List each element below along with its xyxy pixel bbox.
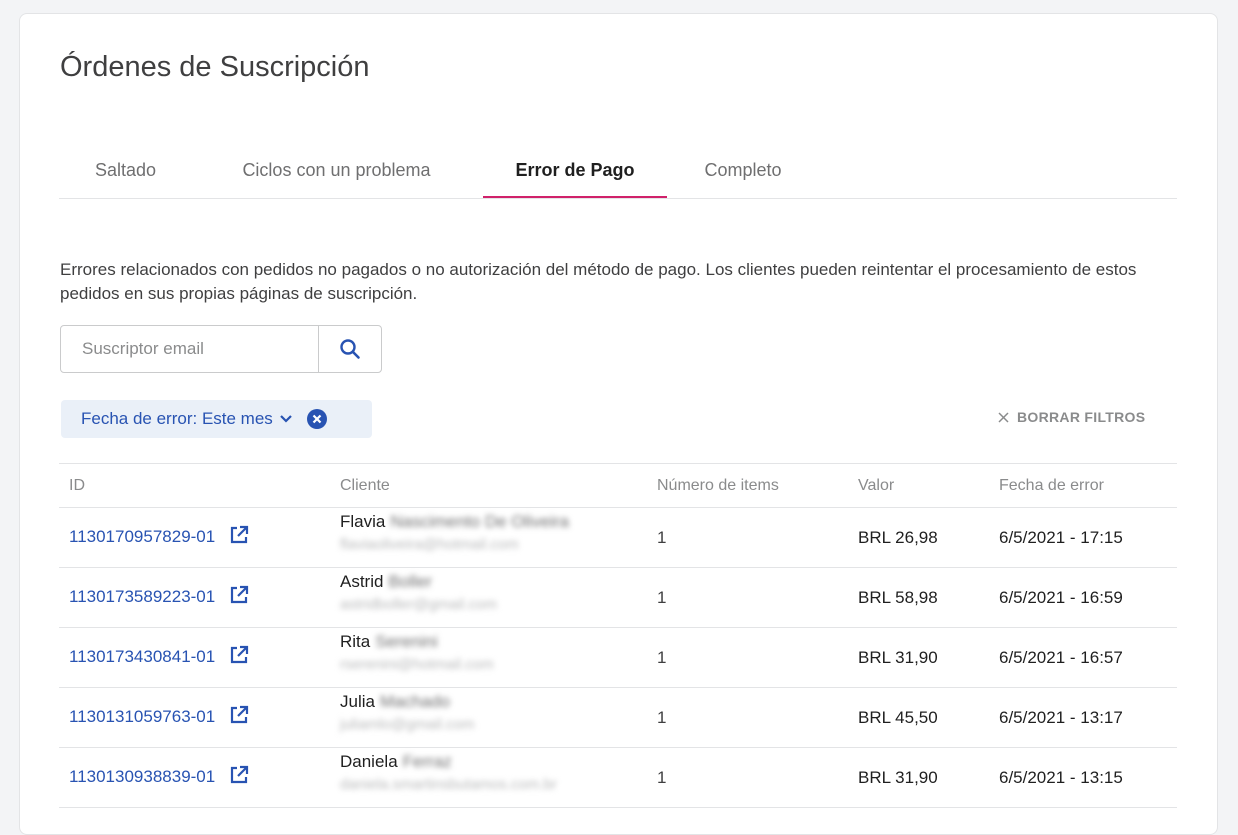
tab-completo[interactable]: Completo (681, 152, 805, 198)
external-link-icon[interactable] (229, 645, 249, 670)
table-row: 1130173430841-01 Rita Serenini rserenini@h… (59, 627, 1177, 688)
client-cell: Julia Machado juliamlo@gmail.com (340, 692, 657, 733)
close-icon (998, 411, 1009, 423)
table-row: 1130170957829-01 Flavia Nascimento De Oli… (59, 507, 1177, 568)
client-email: rserenini@hotmail.com (340, 656, 494, 673)
items-count: 1 (657, 627, 858, 688)
client-last-name: Nascimento De Oliveira (390, 512, 569, 531)
external-link-icon[interactable] (229, 705, 249, 730)
order-value: BRL 45,50 (858, 687, 999, 748)
table-header-row: ID Cliente Número de items Valor Fecha d… (59, 463, 1177, 508)
client-cell: Flavia Nascimento De Oliveira flaviaolivei… (340, 512, 657, 553)
table-row: 1130130938839-01 Daniela Ferraz daniela.sm… (59, 747, 1177, 808)
header-client[interactable]: Cliente (340, 463, 657, 508)
tab-saltado[interactable]: Saltado (59, 152, 192, 198)
client-last-name: Machado (379, 692, 450, 711)
error-date: 6/5/2021 - 13:17 (999, 687, 1177, 748)
header-value[interactable]: Valor (858, 463, 999, 508)
client-email: juliamlo@gmail.com (340, 716, 475, 733)
client-cell: Rita Serenini rserenini@hotmail.com (340, 632, 657, 673)
items-count: 1 (657, 567, 858, 628)
search-button[interactable] (318, 326, 381, 372)
items-count: 1 (657, 687, 858, 748)
items-count: 1 (657, 747, 858, 808)
chevron-down-icon[interactable] (279, 414, 293, 424)
client-email: flaviaoliveira@hotmail.com (340, 536, 519, 553)
date-filter-chip[interactable]: Fecha de error: Este mes (61, 400, 372, 438)
order-id-link[interactable]: 1130131059763-01 (69, 707, 215, 726)
order-id-link[interactable]: 1130130938839-01 (69, 767, 215, 786)
table-row: 1130131059763-01 Julia Machado juliamlo@gm… (59, 687, 1177, 748)
clear-filters-button[interactable]: BORRAR FILTROS (998, 407, 1145, 427)
order-id-link[interactable]: 1130173430841-01 (69, 647, 215, 666)
remove-filter-icon[interactable] (306, 409, 327, 429)
payment-error-table: ID Cliente Número de items Valor Fecha d… (59, 463, 1177, 808)
order-value: BRL 31,90 (858, 627, 999, 688)
order-id-link[interactable]: 1130170957829-01 (69, 527, 215, 546)
error-date: 6/5/2021 - 17:15 (999, 507, 1177, 568)
order-id-link[interactable]: 1130173589223-01 (69, 587, 215, 606)
tab-description: Errores relacionados con pedidos no paga… (60, 260, 1137, 303)
date-filter-label: Fecha de error: Este mes (81, 409, 273, 428)
client-first-name: Daniela (340, 752, 398, 771)
error-date: 6/5/2021 - 13:15 (999, 747, 1177, 808)
error-date: 6/5/2021 - 16:59 (999, 567, 1177, 628)
external-link-icon[interactable] (229, 765, 249, 790)
external-link-icon[interactable] (229, 585, 249, 610)
header-id[interactable]: ID (59, 463, 340, 508)
table-row: 1130173589223-01 Astrid Boller astridbolle… (59, 567, 1177, 628)
subscription-orders-card: Órdenes de Suscripción Saltado Ciclos co… (19, 13, 1218, 835)
order-value: BRL 58,98 (858, 567, 999, 628)
order-value: BRL 26,98 (858, 507, 999, 568)
items-count: 1 (657, 507, 858, 568)
client-cell: Daniela Ferraz daniela.smartinsbutamos.com… (340, 752, 657, 793)
external-link-icon[interactable] (229, 525, 249, 550)
tab-error-de-pago[interactable]: Error de Pago (483, 152, 667, 198)
client-first-name: Flavia (340, 512, 386, 531)
client-first-name: Rita (340, 632, 371, 651)
client-first-name: Julia (340, 692, 375, 711)
clear-filters-label: BORRAR FILTROS (1017, 409, 1146, 425)
subscriber-email-input[interactable] (61, 326, 319, 372)
client-first-name: Astrid (340, 572, 384, 591)
tab-bar: Saltado Ciclos con un problema Error de … (59, 152, 1177, 199)
client-cell: Astrid Boller astridboller@gmail.com (340, 572, 657, 613)
client-last-name: Ferraz (402, 752, 452, 771)
order-value: BRL 31,90 (858, 747, 999, 808)
header-date[interactable]: Fecha de error (999, 463, 1177, 508)
search-box (60, 325, 382, 373)
search-icon (340, 339, 360, 359)
client-email: daniela.smartinsbutamos.com.br (340, 776, 557, 793)
tab-ciclos-con-problema[interactable]: Ciclos con un problema (210, 152, 463, 198)
page-title: Órdenes de Suscripción (60, 51, 370, 83)
error-date: 6/5/2021 - 16:57 (999, 627, 1177, 688)
client-last-name: Serenini (375, 632, 438, 651)
client-email: astridboller@gmail.com (340, 596, 497, 613)
header-items[interactable]: Número de items (657, 463, 858, 508)
client-last-name: Boller (388, 572, 432, 591)
